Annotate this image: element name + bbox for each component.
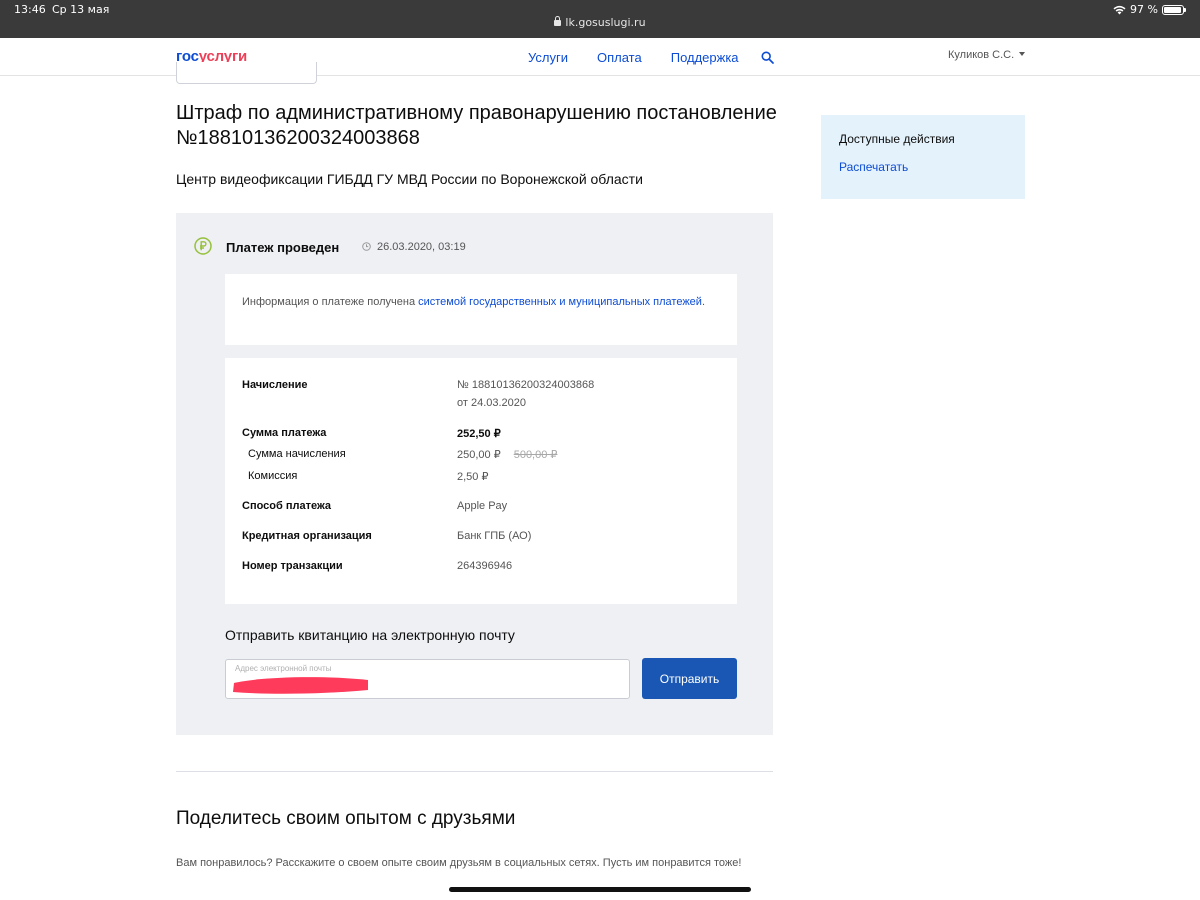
ruble-icon [194,237,212,255]
total-label: Сумма платежа [242,427,327,439]
actions-heading: Доступные действия [839,132,955,146]
status-time: 13:46 [14,3,46,16]
transaction-label: Номер транзакции [242,560,343,572]
battery-fill [1164,6,1182,13]
share-title: Поделитесь своим опытом с друзьями [176,808,516,829]
home-indicator[interactable] [449,887,751,892]
method-label: Способ платежа [242,500,332,512]
department-name: Центр видеофиксации ГИБДД ГУ МВД России … [176,171,643,187]
user-menu[interactable]: Куликов С.С. [948,49,1026,61]
bank-label: Кредитная организация [242,530,372,542]
charge-amount-original: 500,00 ₽ [513,449,558,461]
total-value: 252,50 ₽ [457,428,501,440]
payment-info-box: Информация о платеже получена системой г… [225,274,737,345]
nav-payment[interactable]: Оплата [597,50,642,65]
nav-support[interactable]: Поддержка [671,50,739,65]
redaction-scribble [233,677,368,694]
email-field[interactable]: Адрес электронной почты [225,659,630,699]
charge-amount-value: 250,00 ₽ [457,449,501,461]
info-text: Информация о платеже получена [242,296,419,308]
method-value: Apple Pay [457,500,508,512]
print-link[interactable]: Распечатать [839,160,908,174]
share-text: Вам понравилось? Расскажите о своем опыт… [176,857,742,869]
address-bar[interactable]: lk.gosuslugi.ru [0,16,1200,29]
fee-value: 2,50 ₽ [457,471,489,483]
chevron-down-icon [1019,52,1026,56]
available-actions-panel: Доступные действия Распечатать [821,115,1025,199]
charge-label: Начисление [242,379,308,391]
search-icon[interactable] [761,51,774,64]
section-divider [176,771,773,772]
payment-card: Платеж проведен 26.03.2020, 03:19 Информ… [176,213,773,735]
page-title: Штраф по административному правонарушени… [176,102,777,149]
address-url: lk.gosuslugi.ru [565,16,646,29]
clock-icon [362,242,371,251]
fee-label: Комиссия [248,470,298,482]
lock-icon [554,16,562,26]
transaction-value: 264396946 [457,560,513,572]
battery-percent: 97 % [1130,3,1158,16]
status-date: Ср 13 мая [52,3,110,16]
status-indicators: 97 % [1113,3,1186,16]
charge-number: № 18810136200324003868 [457,379,595,391]
payment-datetime: 26.03.2020, 03:19 [377,241,466,253]
gis-gmp-link[interactable]: системой государственных и муниципальных… [418,296,702,308]
battery-icon [1162,4,1186,15]
wifi-icon [1113,5,1126,14]
email-receipt-title: Отправить квитанцию на электронную почту [225,627,515,643]
main-nav: Услуги Оплата Поддержка [528,50,739,65]
back-button[interactable] [176,62,317,84]
nav-services[interactable]: Услуги [528,50,568,65]
charge-date: от 24.03.2020 [457,397,527,409]
user-name: Куликов С.С. [948,49,1015,61]
ios-status-bar: 13:46 Ср 13 мая lk.gosuslugi.ru 97 % [0,0,1200,38]
info-text-end: . [701,296,706,308]
bank-value: Банк ГПБ (АО) [457,530,532,542]
charge-amount-value-wrap: 250,00 ₽ 500,00 ₽ [457,448,737,461]
payment-details: Начисление № 18810136200324003868 от 24.… [225,358,737,604]
payment-status: Платеж проведен [226,240,340,255]
charge-amount-label: Сумма начисления [248,448,346,460]
send-receipt-button[interactable]: Отправить [642,658,737,699]
